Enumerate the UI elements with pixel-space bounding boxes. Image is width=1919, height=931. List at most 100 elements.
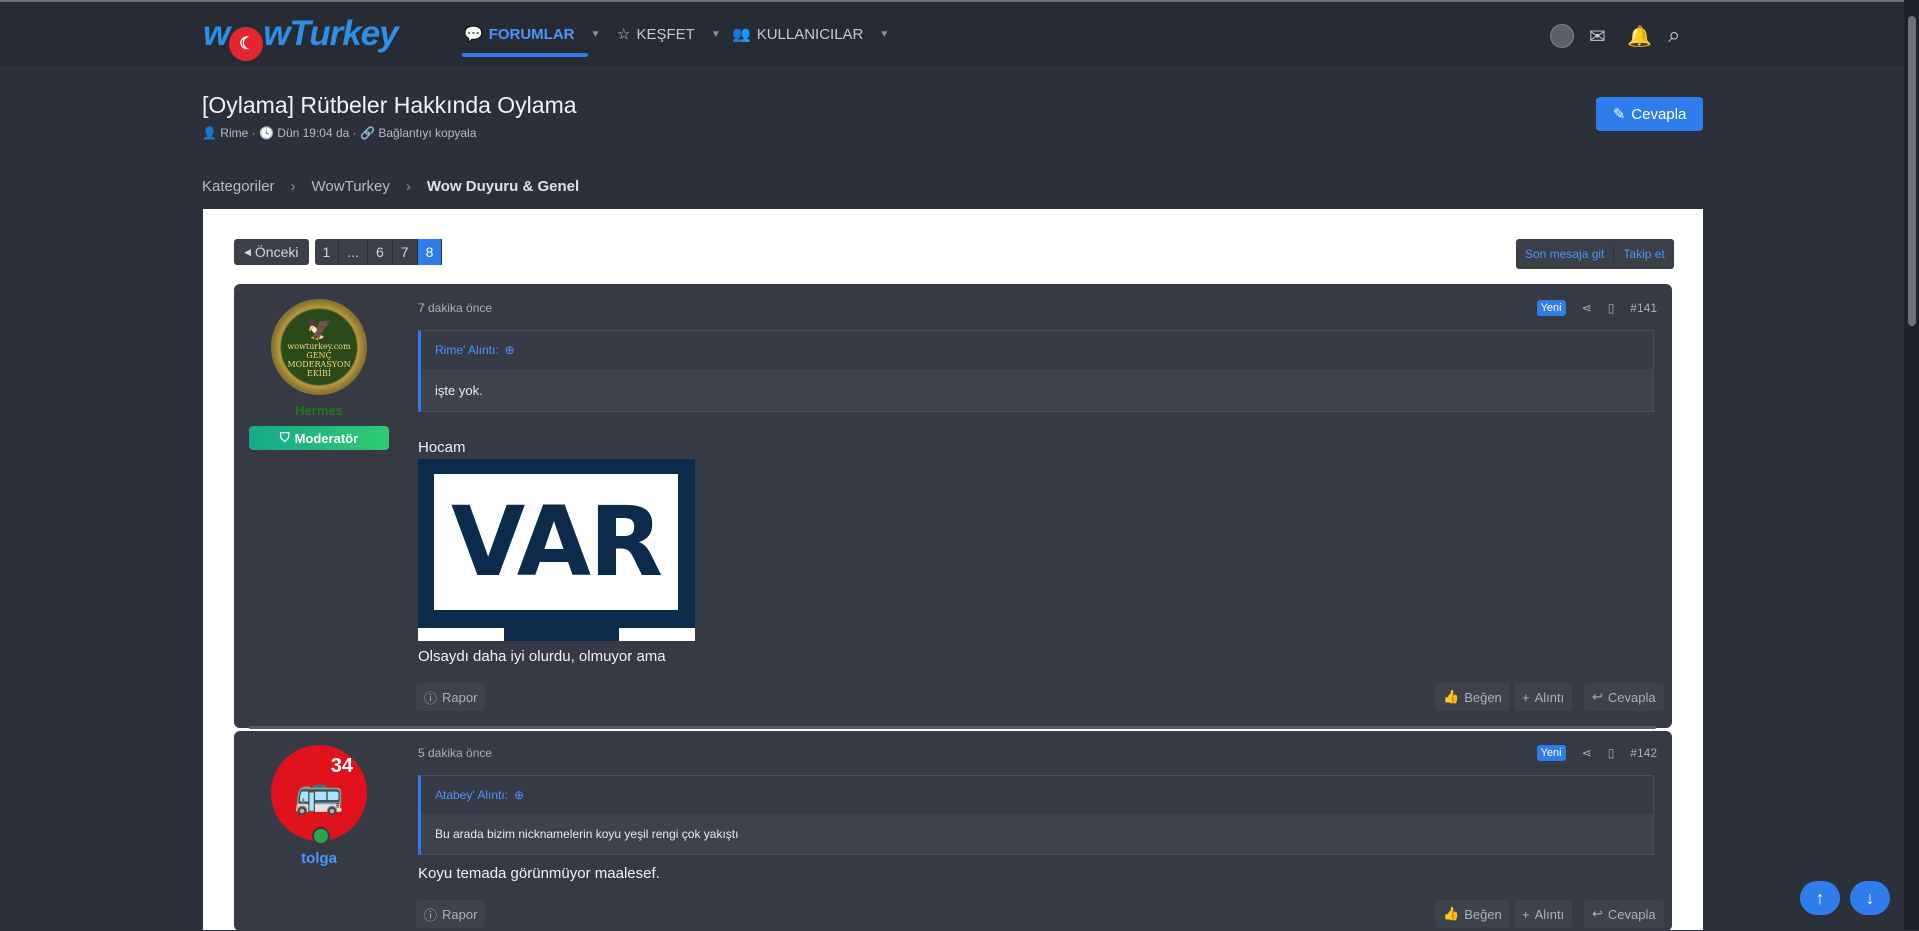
chevron-down-icon[interactable]: ▼ (711, 29, 721, 40)
page-title: [Oylama] Rütbeler Hakkında Oylama (202, 92, 577, 118)
pagination: ◀ Önceki 1 ... 6 7 8 (234, 239, 443, 265)
breadcrumb-categories[interactable]: Kategoriler (202, 178, 275, 195)
var-image-text: VAR (434, 474, 678, 610)
site-logo[interactable]: w ☾ wTurkey (203, 14, 399, 61)
nav-users[interactable]: 👥 KULLANICILAR ▼ (732, 25, 889, 44)
report-button[interactable]: ⓘ Rapor (416, 900, 486, 928)
nav-forums[interactable]: 💬 FORUMLAR ▼ (464, 25, 601, 44)
quote-label: Alıntı (1534, 906, 1565, 922)
bookmark-icon[interactable]: ▯ (1608, 746, 1615, 760)
last-post-link[interactable]: Son mesaja git (1516, 247, 1613, 261)
report-label: Rapor (442, 689, 478, 705)
thread-author[interactable]: Rime (220, 126, 248, 140)
new-badge: Yeni (1536, 745, 1566, 761)
page-link[interactable]: 7 (393, 239, 418, 265)
avatar-number: 34 (330, 755, 353, 777)
edit-icon: ✎ (1612, 106, 1626, 123)
mail-icon[interactable]: ✉ (1589, 24, 1606, 49)
quote-header[interactable]: Rime' Alıntı: ⊕ (421, 331, 1653, 369)
page-current[interactable]: 8 (417, 239, 443, 265)
plus-icon: + (1522, 689, 1530, 705)
chevron-down-icon[interactable]: ▼ (879, 29, 889, 40)
search-icon[interactable]: ⌕ (1668, 22, 1680, 48)
new-badge: Yeni (1536, 300, 1566, 316)
user-avatar[interactable] (1550, 24, 1574, 48)
prev-page-button[interactable]: ◀ Önceki (234, 239, 309, 265)
post-header-actions: Yeni ⋖ ▯ #141 (1536, 300, 1657, 316)
reply-button[interactable]: ✎ Cevapla (1596, 97, 1703, 131)
thumbs-up-icon: 👍 (1443, 906, 1460, 921)
bell-icon[interactable]: 🔔 (1627, 24, 1652, 49)
scroll-top-button[interactable]: ↑ (1800, 881, 1840, 915)
avatar-text: EKİBİ (306, 368, 331, 378)
quote-button[interactable]: + Alıntı (1514, 683, 1573, 711)
quote-header[interactable]: Atabey' Alıntı: ⊕ (421, 776, 1653, 814)
logo-text-end: wTurkey (263, 14, 398, 53)
breadcrumb-wowturkey[interactable]: WowTurkey (312, 178, 390, 195)
avatar-text: wowturkey.com (287, 341, 351, 351)
thread-meta: 👤 Rime · 🕓 Dün 19:04 da · 🔗 Bağlantıyı k… (202, 126, 477, 140)
post-header-actions: Yeni ⋖ ▯ #142 (1536, 745, 1657, 761)
post-number[interactable]: #141 (1630, 301, 1657, 315)
info-circle-icon: ⓘ (424, 690, 438, 706)
reply-icon: ↩ (1592, 689, 1603, 704)
clock-icon: 🕓 (258, 126, 274, 140)
info-circle-icon: ⓘ (424, 907, 438, 923)
reply-post-button[interactable]: ↩ Cevapla (1584, 900, 1664, 928)
post-divider (249, 726, 1656, 729)
shield-icon: ⛉ (279, 430, 290, 445)
prev-page-label: Önceki (254, 244, 299, 260)
page-link[interactable]: 1 (315, 239, 340, 265)
report-label: Rapor (442, 906, 478, 922)
quote-label: Alıntı (1534, 689, 1565, 705)
like-button[interactable]: 👍 Beğen (1435, 900, 1510, 928)
caret-left-icon: ◀ (244, 246, 251, 257)
reply-label: Cevapla (1607, 689, 1656, 705)
thumbs-up-icon: 👍 (1443, 689, 1460, 704)
like-label: Beğen (1464, 906, 1502, 922)
nav-explore[interactable]: ☆ KEŞFET ▼ (617, 25, 721, 44)
var-image[interactable]: VAR (418, 459, 695, 641)
post-username[interactable]: Hermes (234, 403, 404, 418)
scrollbar[interactable] (1904, 0, 1919, 930)
quote-text: işte yok. (435, 382, 483, 398)
quote-button[interactable]: + Alıntı (1514, 900, 1573, 928)
follow-link[interactable]: Takip et (1613, 247, 1673, 261)
share-icon[interactable]: ⋖ (1582, 746, 1592, 760)
chevron-right-icon: › (405, 178, 411, 195)
post-text: Koyu temada görünmüyor maalesef. (418, 865, 660, 882)
post-time[interactable]: 7 dakika önce (418, 301, 492, 315)
page-ellipsis[interactable]: ... (339, 239, 368, 265)
scrollbar-thumb[interactable] (1908, 16, 1916, 326)
nav-forums-label: FORUMLAR (488, 25, 575, 43)
post-text: Olsaydı daha iyi olurdu, olmuyor ama (418, 648, 666, 665)
post-time[interactable]: 5 dakika önce (418, 746, 492, 760)
chevron-down-icon[interactable]: ▼ (591, 29, 601, 40)
thread-date: Dün 19:04 da (277, 126, 350, 140)
scroll-bottom-button[interactable]: ↓ (1850, 881, 1890, 915)
quote-author: Atabey' Alıntı: (435, 788, 509, 802)
nav-users-label: KULLANICILAR (756, 25, 864, 43)
post-text: Hocam (418, 439, 466, 456)
users-icon: 👥 (732, 26, 751, 43)
post-number[interactable]: #142 (1630, 746, 1657, 760)
image-decoration (418, 628, 504, 641)
arrow-down-icon: ↓ (1865, 887, 1875, 908)
breadcrumb-current[interactable]: Wow Duyuru & Genel (427, 178, 579, 195)
turkish-flag-icon: ☾ (229, 27, 264, 61)
quote-block: Rime' Alıntı: ⊕ işte yok. (418, 330, 1654, 412)
arrow-up-icon: ↑ (1815, 887, 1825, 908)
nav-explore-label: KEŞFET (636, 25, 695, 43)
share-icon[interactable]: ⋖ (1582, 301, 1592, 315)
reply-button-label: Cevapla (1631, 105, 1687, 123)
report-button[interactable]: ⓘ Rapor (416, 683, 486, 711)
bookmark-icon[interactable]: ▯ (1608, 301, 1615, 315)
user-avatar[interactable]: 🦅 wowturkey.com GENÇ MODERASYON EKİBİ (271, 299, 367, 395)
active-nav-indicator (462, 53, 588, 57)
like-button[interactable]: 👍 Beğen (1435, 683, 1510, 711)
copy-link[interactable]: Bağlantıyı kopyala (378, 126, 476, 140)
reply-post-button[interactable]: ↩ Cevapla (1584, 683, 1664, 711)
post-username[interactable]: tolga (234, 850, 404, 867)
page-link[interactable]: 6 (368, 239, 393, 265)
quote-block: Atabey' Alıntı: ⊕ Bu arada bizim nicknam… (418, 775, 1654, 855)
